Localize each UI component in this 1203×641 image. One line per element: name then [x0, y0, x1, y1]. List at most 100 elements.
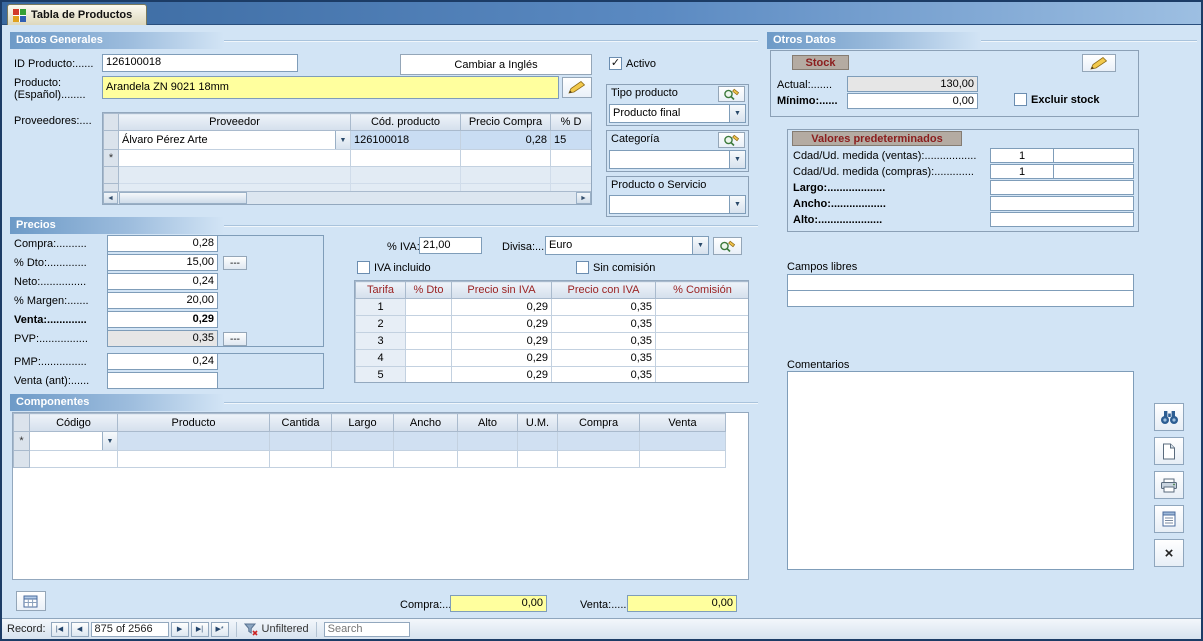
total-venta-field[interactable]: 0,00	[627, 595, 737, 612]
col-compra[interactable]: Compra	[558, 414, 640, 432]
col-proveedor[interactable]: Proveedor	[119, 114, 351, 131]
col-tarifa[interactable]: Tarifa	[356, 282, 406, 299]
next-record-icon[interactable]: ▶	[171, 622, 189, 637]
sin-comision-checkbox[interactable]: Sin comisión	[576, 261, 655, 274]
largo-field[interactable]	[990, 180, 1134, 195]
scrollbar-thumb[interactable]	[119, 192, 247, 204]
precio-sin-iva-cell[interactable]: 0,29	[452, 316, 552, 333]
cdad-compras-um-field[interactable]	[1053, 164, 1134, 179]
neto-field[interactable]: 0,24	[107, 273, 218, 290]
last-record-icon[interactable]: ▶|	[191, 622, 209, 637]
divisa-lookup-button[interactable]	[713, 237, 742, 255]
tab-tabla-de-productos[interactable]: Tabla de Productos	[7, 4, 147, 25]
tarifa-num[interactable]: 2	[356, 316, 406, 333]
campo-libre-1-field[interactable]	[787, 274, 1134, 291]
col-cantidad[interactable]: Cantida	[270, 414, 332, 432]
precio-con-iva-cell[interactable]: 0,35	[552, 367, 656, 384]
stock-minimo-field[interactable]: 0,00	[847, 93, 978, 109]
dto-cell[interactable]	[406, 316, 452, 333]
margen-field[interactable]: 20,00	[107, 292, 218, 309]
dto-cell[interactable]	[406, 333, 452, 350]
col-dto[interactable]: % Dto	[406, 282, 452, 299]
empty-cell[interactable]	[518, 432, 558, 451]
empty-cell[interactable]	[461, 150, 551, 167]
new-record-button[interactable]	[1154, 437, 1184, 465]
col-precio-sin-iva[interactable]: Precio sin IVA	[452, 282, 552, 299]
empty-cell[interactable]	[640, 432, 726, 451]
comision-cell[interactable]	[656, 333, 750, 350]
view-switch-button[interactable]	[16, 591, 46, 611]
search-input[interactable]	[324, 622, 410, 637]
col-um[interactable]: U.M.	[518, 414, 558, 432]
dto-cell[interactable]	[406, 299, 452, 316]
col-pct-dto[interactable]: % D	[551, 114, 592, 131]
scroll-left-icon[interactable]: ◄	[103, 192, 118, 204]
record-position-box[interactable]: 875 of 2566	[91, 622, 169, 637]
close-button[interactable]: ×	[1154, 539, 1184, 567]
empty-cell[interactable]	[118, 432, 270, 451]
activo-checkbox[interactable]: ✓ Activo	[609, 57, 656, 70]
new-blank-record-icon[interactable]: ▶*	[211, 622, 229, 637]
dto-cell[interactable]	[406, 367, 452, 384]
tipo-producto-combobox[interactable]: Producto final ▼	[609, 104, 746, 123]
tarifa-num[interactable]: 4	[356, 350, 406, 367]
col-ancho[interactable]: Ancho	[394, 414, 458, 432]
chevron-down-icon[interactable]: ▼	[729, 151, 745, 168]
tipo-producto-lookup-button[interactable]	[718, 86, 745, 102]
alto-field[interactable]	[990, 212, 1134, 227]
id-producto-field[interactable]: 126100018	[102, 54, 298, 72]
cdad-compras-field[interactable]: 1	[990, 164, 1054, 179]
divisa-combobox[interactable]: Euro ▼	[545, 236, 709, 255]
pvp-field[interactable]: 0,35	[107, 330, 218, 347]
empty-cell[interactable]	[394, 432, 458, 451]
comision-cell[interactable]	[656, 350, 750, 367]
iva-incluido-checkbox[interactable]: IVA incluido	[357, 261, 431, 274]
scroll-right-icon[interactable]: ►	[576, 192, 591, 204]
precio-con-iva-cell[interactable]: 0,35	[552, 350, 656, 367]
col-producto[interactable]: Producto	[118, 414, 270, 432]
cdad-ventas-field[interactable]: 1	[990, 148, 1054, 163]
row-selector[interactable]	[104, 131, 119, 150]
campo-libre-2-field[interactable]	[787, 290, 1134, 307]
venta-field[interactable]: 0,29	[107, 311, 218, 328]
comision-cell[interactable]	[656, 367, 750, 384]
col-precio-compra[interactable]: Precio Compra	[461, 114, 551, 131]
categoria-combobox[interactable]: ▼	[609, 150, 746, 169]
cod-producto-cell[interactable]: 126100018	[351, 131, 461, 150]
dto-field[interactable]: 15,00	[107, 254, 218, 271]
edit-producto-button[interactable]	[562, 77, 592, 98]
ancho-field[interactable]	[990, 196, 1134, 211]
precio-con-iva-cell[interactable]: 0,35	[552, 333, 656, 350]
horizontal-scrollbar[interactable]: ◄ ►	[103, 191, 591, 204]
categoria-lookup-button[interactable]	[718, 132, 745, 148]
previous-record-icon[interactable]: ◀	[71, 622, 89, 637]
comision-cell[interactable]	[656, 299, 750, 316]
report-button[interactable]	[1154, 505, 1184, 533]
excluir-stock-checkbox[interactable]: Excluir stock	[1014, 93, 1099, 106]
col-precio-con-iva[interactable]: Precio con IVA	[552, 282, 656, 299]
chevron-down-icon[interactable]: ▼	[729, 196, 745, 213]
new-record-marker[interactable]: *	[104, 150, 119, 167]
chevron-down-icon[interactable]: ▼	[729, 105, 745, 122]
filter-state-label[interactable]: Unfiltered	[262, 623, 309, 635]
stock-actual-field[interactable]: 130,00	[847, 76, 978, 92]
precio-compra-cell[interactable]: 0,28	[461, 131, 551, 150]
pct-dto-cell[interactable]: 15	[551, 131, 592, 150]
tarifa-num[interactable]: 3	[356, 333, 406, 350]
col-largo[interactable]: Largo	[332, 414, 394, 432]
print-button[interactable]	[1154, 471, 1184, 499]
dto-detail-button[interactable]: ---	[223, 256, 247, 270]
first-record-icon[interactable]: |◀	[51, 622, 69, 637]
precio-con-iva-cell[interactable]: 0,35	[552, 316, 656, 333]
venta-ant-field[interactable]	[107, 372, 218, 389]
col-cod-producto[interactable]: Cód. producto	[351, 114, 461, 131]
compra-field[interactable]: 0,28	[107, 235, 218, 252]
producto-servicio-combobox[interactable]: ▼	[609, 195, 746, 214]
cambiar-a-ingles-button[interactable]: Cambiar a Inglés	[400, 54, 592, 75]
tarifa-num[interactable]: 5	[356, 367, 406, 384]
comision-cell[interactable]	[656, 316, 750, 333]
col-alto[interactable]: Alto	[458, 414, 518, 432]
producto-espanol-field[interactable]: Arandela ZN 9021 18mm	[102, 76, 559, 99]
iva-field[interactable]: 21,00	[419, 237, 482, 254]
precio-sin-iva-cell[interactable]: 0,29	[452, 367, 552, 384]
